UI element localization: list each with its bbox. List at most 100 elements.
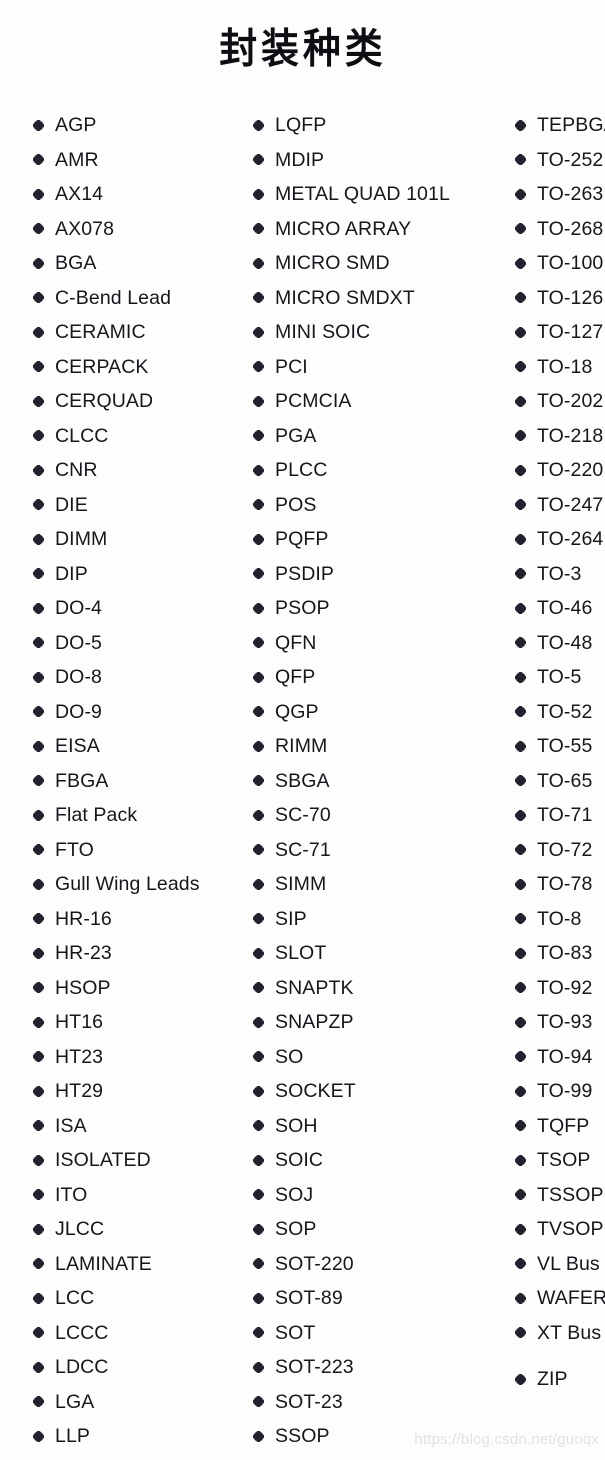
flower-bullet-icon [253,533,264,545]
package-type-label: TO-218 [537,424,604,447]
flower-bullet-icon [515,671,526,683]
package-type-label: MICRO SMD [275,252,390,274]
package-list-column-3: TEPBGA TO-252 TO-263 TO-268 TO-100 TO-126 TO-1… [496,108,605,1397]
flower-bullet-icon [253,326,264,338]
flower-bullet-icon [33,637,44,649]
package-type-label: SIMM [275,873,327,895]
flower-bullet-icon [253,740,264,752]
flower-bullet-icon [253,1396,264,1408]
flower-bullet-icon [253,1051,264,1063]
package-type-label: PQFP [275,528,329,550]
package-type-label: TO-263 [537,183,604,205]
package-type-item: ISA [33,1109,243,1144]
flower-bullet-icon [33,1085,44,1097]
package-type-label: JLCC [55,1218,105,1240]
flower-bullet-icon [515,1120,526,1132]
package-type-label: PLCC [275,459,328,481]
package-type-item: RIMM [253,729,496,764]
package-type-label: RIMM [275,735,328,757]
flower-bullet-icon [253,1430,264,1442]
package-type-label: LGA [55,1390,95,1413]
flower-bullet-icon [253,671,264,683]
flower-bullet-icon [33,1430,44,1442]
package-type-label: ZIP [537,1368,568,1390]
flower-bullet-icon [515,154,526,166]
package-type-item: HT16 [33,1005,243,1040]
package-type-item: QFN [253,626,496,661]
package-type-item: METAL QUAD 101L [253,177,496,212]
flower-bullet-icon [33,982,44,994]
flower-bullet-icon [33,533,44,545]
package-type-item: LCC [33,1281,243,1316]
package-type-item: SNAPTK [253,971,496,1006]
flower-bullet-icon [33,430,44,442]
package-type-label: SOCKET [275,1080,356,1102]
package-type-item: CERAMIC [33,315,243,350]
flower-bullet-icon [253,1327,264,1339]
package-type-item: TSSOP [515,1178,605,1213]
flower-bullet-icon [515,740,526,752]
package-type-label: DO-9 [55,700,102,723]
package-type-item: DO-9 [33,695,243,730]
flower-bullet-icon [515,568,526,580]
flower-bullet-icon [33,947,44,959]
package-type-label: PSOP [275,597,330,619]
package-type-item: ZIP [515,1362,605,1397]
package-type-item: LGA [33,1385,243,1420]
package-type-label: TO-55 [537,735,593,757]
flower-bullet-icon [253,1016,264,1028]
package-type-item: SOP [253,1212,496,1247]
package-type-label: ITO [55,1183,88,1206]
flower-bullet-icon [33,1292,44,1304]
package-type-item: SC-70 [253,798,496,833]
package-type-item: TO-52 [515,695,605,730]
package-type-label: DIMM [55,528,108,550]
flower-bullet-icon [253,878,264,890]
flower-bullet-icon [515,1223,526,1235]
flower-bullet-icon [253,913,264,925]
flower-bullet-icon [33,464,44,476]
package-type-item: TO-220 [515,453,605,488]
package-type-item: DO-4 [33,591,243,626]
package-type-item: JLCC [33,1212,243,1247]
flower-bullet-icon [33,1327,44,1339]
package-type-label: CLCC [55,424,109,447]
package-type-item: ISOLATED [33,1143,243,1178]
package-type-label: SNAPZP [275,1011,354,1033]
package-type-item: TO-268 [515,212,605,247]
package-type-label: SOP [275,1218,317,1240]
flower-bullet-icon [253,464,264,476]
package-type-label: HT23 [55,1045,104,1068]
flower-bullet-icon [515,1292,526,1304]
package-type-item: PSOP [253,591,496,626]
package-type-label: AGP [55,114,97,136]
package-type-label: CNR [55,459,98,481]
package-type-item: MINI SOIC [253,315,496,350]
package-type-item: TSOP [515,1143,605,1178]
flower-bullet-icon [253,982,264,994]
package-type-label: TQFP [537,1114,590,1137]
flower-bullet-icon [33,119,44,131]
package-type-columns: AGP AMR AX14 AX078 BGA C-Bend Lead CERAMIC CERP… [0,108,605,1448]
flower-bullet-icon [515,1085,526,1097]
package-type-item: TO-65 [515,764,605,799]
package-type-label: HR-16 [55,907,112,930]
flower-bullet-icon [253,637,264,649]
package-type-item: SOIC [253,1143,496,1178]
package-type-item: LQFP [253,108,496,143]
package-type-item: PLCC [253,453,496,488]
flower-bullet-icon [33,395,44,407]
flower-bullet-icon [515,326,526,338]
package-type-label: ISA [55,1114,87,1137]
flower-bullet-icon [515,602,526,614]
flower-bullet-icon [253,223,264,235]
package-type-item: DO-8 [33,660,243,695]
package-type-item: TO-92 [515,971,605,1006]
package-type-item: MICRO SMD [253,246,496,281]
package-type-item: SNAPZP [253,1005,496,1040]
flower-bullet-icon [515,947,526,959]
package-type-item: TO-5 [515,660,605,695]
package-type-item: TO-46 [515,591,605,626]
flower-bullet-icon [253,395,264,407]
flower-bullet-icon [515,1154,526,1166]
